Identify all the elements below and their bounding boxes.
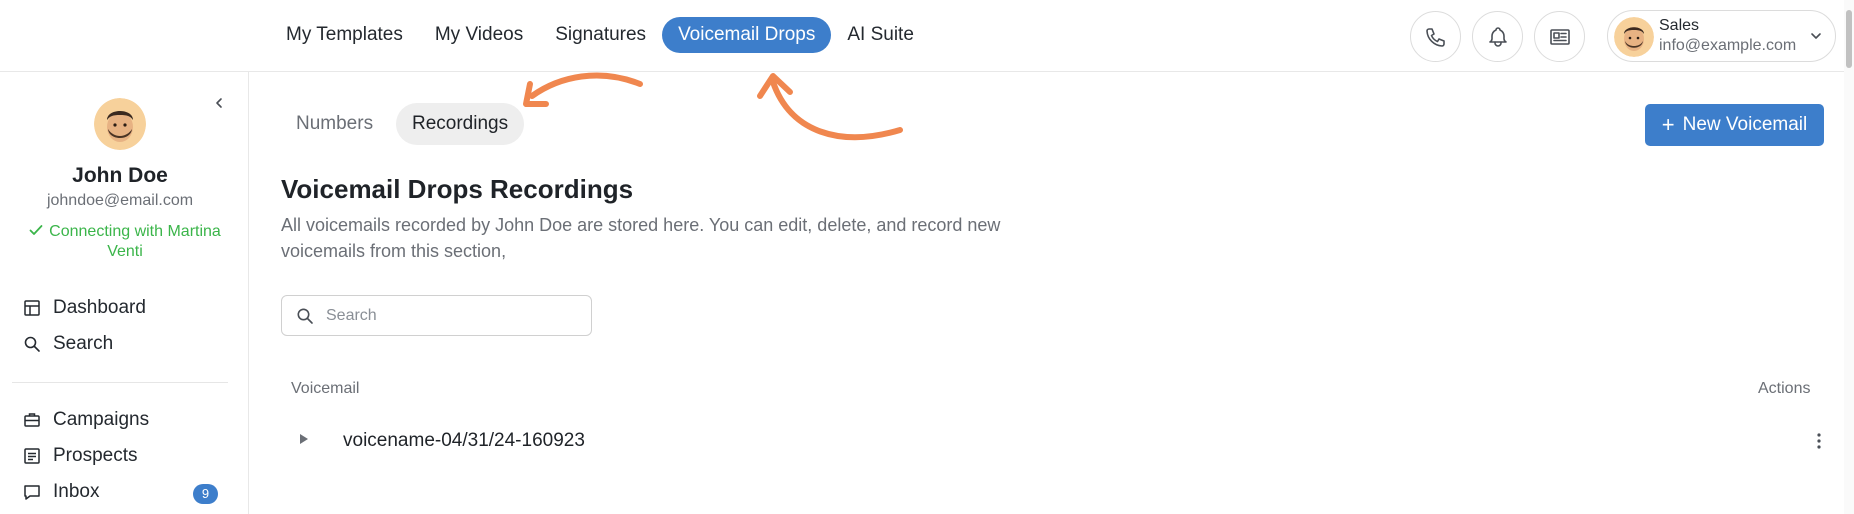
newspaper-icon	[1549, 28, 1570, 45]
news-button[interactable]	[1534, 11, 1585, 62]
layout-icon	[22, 298, 42, 318]
sidebar-item-prospects[interactable]: Prospects	[22, 442, 137, 470]
sidebar-item-dashboard[interactable]: Dashboard	[22, 294, 146, 322]
phone-button[interactable]	[1410, 11, 1461, 62]
plus-icon: +	[1661, 112, 1675, 137]
nav-voicemail-drops[interactable]: Voicemail Drops	[662, 17, 832, 53]
account-avatar	[1614, 17, 1654, 57]
table-row: voicename-04/31/24-160923	[281, 420, 1831, 464]
nav-my-templates[interactable]: My Templates	[270, 17, 419, 53]
chevron-down-icon	[1811, 33, 1821, 39]
sidebar-item-label: Search	[53, 333, 114, 354]
briefcase-icon	[22, 410, 42, 430]
phone-icon	[1425, 27, 1445, 47]
column-header-voicemail: Voicemail	[291, 380, 360, 397]
nav-my-videos[interactable]: My Videos	[419, 17, 539, 53]
page-scrollbar[interactable]	[1844, 0, 1854, 514]
connection-status-text: Connecting with Martina Venti	[49, 223, 221, 260]
play-icon[interactable]	[300, 434, 308, 444]
main-content: Numbers Recordings + New Voicemail Voice…	[250, 72, 1844, 514]
chevron-left-icon[interactable]	[212, 96, 226, 110]
nav-signatures[interactable]: Signatures	[539, 17, 662, 53]
new-voicemail-label: New Voicemail	[1682, 114, 1808, 135]
connection-status: Connecting with Martina Venti	[18, 222, 232, 262]
account-name: Sales	[1659, 17, 1700, 34]
list-icon	[22, 446, 42, 466]
nav-ai-suite[interactable]: AI Suite	[831, 17, 930, 53]
account-email: info@example.com	[1659, 37, 1797, 54]
profile-name: John Doe	[72, 164, 168, 187]
search-icon	[22, 334, 42, 354]
top-bar: My Templates My Videos Signatures Voicem…	[0, 0, 1854, 72]
sidebar-item-campaigns[interactable]: Campaigns	[22, 406, 149, 434]
sidebar-item-label: Prospects	[53, 445, 138, 466]
sidebar-item-label: Dashboard	[53, 297, 146, 318]
sidebar-item-search[interactable]: Search	[22, 330, 113, 358]
scrollbar-thumb[interactable]	[1846, 10, 1852, 68]
check-icon	[29, 225, 43, 235]
top-navigation: My Templates My Videos Signatures Voicem…	[270, 17, 930, 53]
notifications-button[interactable]	[1472, 11, 1523, 62]
page-title: Voicemail Drops Recordings	[281, 174, 634, 204]
sidebar-item-label: Inbox	[53, 481, 100, 502]
tab-recordings[interactable]: Recordings	[396, 103, 525, 145]
page-description: All voicemails recorded by John Doe are …	[281, 215, 1001, 261]
sidebar-item-label: Campaigns	[53, 409, 150, 430]
voicemail-name: voicename-04/31/24-160923	[343, 430, 585, 451]
sidebar: John Doe johndoe@email.com Connecting wi…	[0, 72, 249, 514]
tab-numbers[interactable]: Numbers	[280, 103, 389, 145]
sidebar-divider	[12, 382, 228, 383]
search-input[interactable]	[326, 296, 576, 335]
inbox-count-badge: 9	[193, 484, 218, 504]
sidebar-item-inbox[interactable]: Inbox	[22, 478, 99, 506]
search-field[interactable]	[281, 295, 592, 336]
column-header-actions: Actions	[1758, 380, 1811, 397]
profile-avatar	[94, 98, 146, 150]
bell-icon	[1488, 26, 1507, 47]
profile-email: johndoe@email.com	[46, 192, 194, 209]
search-icon	[297, 308, 313, 324]
more-options-icon[interactable]	[1811, 430, 1827, 452]
message-icon	[22, 482, 42, 502]
account-menu[interactable]: Sales info@example.com	[1607, 10, 1836, 62]
new-voicemail-button[interactable]: + New Voicemail	[1645, 104, 1824, 146]
